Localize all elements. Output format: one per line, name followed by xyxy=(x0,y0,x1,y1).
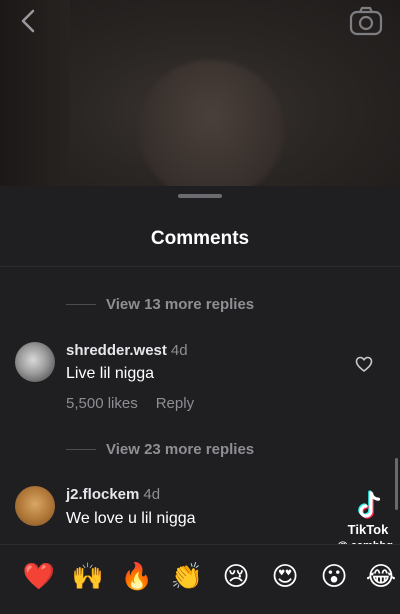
avatar[interactable] xyxy=(15,342,55,382)
sheet-title: Comments xyxy=(150,228,250,249)
tiktok-note-icon xyxy=(358,490,381,519)
divider xyxy=(66,448,96,450)
emoji-fire-button[interactable]: 🔥 xyxy=(120,560,154,594)
view-more-replies-label: View 13 more replies xyxy=(106,295,255,313)
view-more-replies-label: View 23 more replies xyxy=(106,440,255,458)
scrollbar[interactable] xyxy=(395,458,398,510)
comment-age: 4d xyxy=(170,342,188,359)
heart-outline-icon[interactable] xyxy=(355,356,373,372)
username[interactable]: shredder.west xyxy=(66,342,167,359)
view-more-replies-link[interactable]: View 23 more replies xyxy=(66,439,254,459)
username[interactable]: j2.flockem xyxy=(66,486,139,503)
comment-username[interactable]: j2.flockem 4d xyxy=(66,486,160,503)
emoji-heart-eyes-button[interactable]: 😍 xyxy=(268,560,302,594)
camera-icon[interactable] xyxy=(349,6,383,36)
tiktok-watermark-brand: TikTok xyxy=(347,522,389,537)
comment-text: Live lil nigga xyxy=(66,365,155,382)
emoji-crying-button[interactable]: 😢 xyxy=(219,560,253,594)
emoji-clap-button[interactable]: 👏 xyxy=(170,560,204,594)
emoji-bar: ❤️ 🙌 🔥 👏 😢 😍 😮 😂 xyxy=(0,544,400,614)
avatar[interactable] xyxy=(15,486,55,526)
emoji-raised-hands-button[interactable]: 🙌 xyxy=(71,560,105,594)
reply-button[interactable]: Reply xyxy=(156,395,194,412)
comment-text: We love u lil nigga xyxy=(66,510,196,527)
comment-age: 4d xyxy=(143,486,161,503)
like-count: 5,500 likes xyxy=(66,395,138,412)
sheet-grabber[interactable] xyxy=(178,194,222,198)
video-preview xyxy=(0,0,400,186)
comment-username[interactable]: shredder.west 4d xyxy=(66,342,188,359)
emoji-surprised-button[interactable]: 😮 xyxy=(317,560,351,594)
divider xyxy=(0,266,400,267)
emoji-heart-button[interactable]: ❤️ xyxy=(22,560,56,594)
emoji-laughing-button[interactable]: 😂 xyxy=(364,560,398,594)
video-subject xyxy=(138,60,284,186)
view-more-replies-link[interactable]: View 13 more replies xyxy=(66,294,254,314)
chevron-left-icon[interactable] xyxy=(18,8,40,34)
comment-meta: 5,500 likes Reply xyxy=(66,395,194,412)
divider xyxy=(66,303,96,305)
